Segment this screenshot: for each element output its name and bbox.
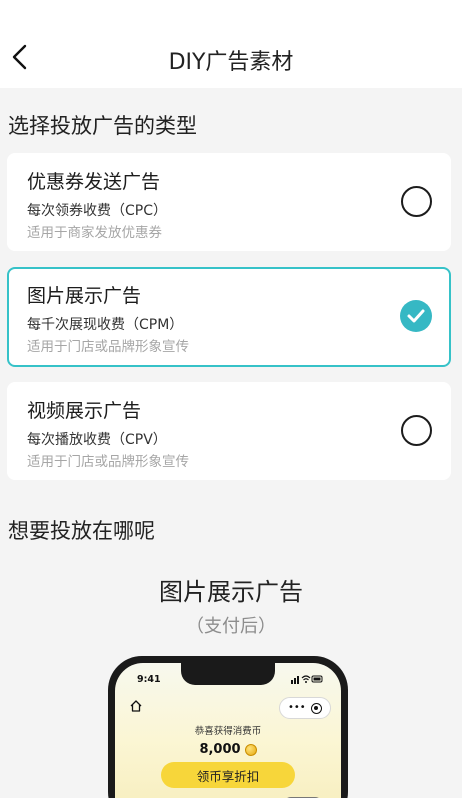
navigation-bar: DIY广告素材 bbox=[0, 0, 462, 88]
option-coupon-ad[interactable]: 优惠券发送广告 每次领券收费（CPC） 适用于商家发放优惠券 bbox=[7, 153, 451, 251]
page-title: DIY广告素材 bbox=[168, 50, 294, 75]
option-description: 适用于商家发放优惠券 bbox=[27, 225, 162, 241]
section-title-ad-type: 选择投放广告的类型 bbox=[8, 114, 197, 138]
congrats-text: 恭喜获得消费币 bbox=[194, 726, 262, 737]
phone-screen: 9:41 ••• 恭喜获得消费币 8,000 领币享折扣 bbox=[115, 663, 341, 798]
option-price: 每次播放收费（CPV） bbox=[27, 432, 167, 448]
option-description: 适用于门店或品牌形象宣传 bbox=[27, 339, 189, 355]
preview-subtitle: （支付后） bbox=[186, 616, 276, 637]
coin-amount: 8,000 bbox=[199, 742, 241, 757]
option-price: 每千次展现收费（CPM） bbox=[27, 317, 184, 333]
status-icons bbox=[291, 675, 323, 684]
coin-icon bbox=[244, 743, 257, 756]
phone-mockup: 9:41 ••• 恭喜获得消费币 8,000 领币享折扣 bbox=[108, 656, 348, 798]
section-title-placement: 想要投放在哪呢 bbox=[8, 519, 155, 543]
more-icon[interactable]: ••• bbox=[288, 703, 306, 713]
option-video-ad[interactable]: 视频展示广告 每次播放收费（CPV） 适用于门店或品牌形象宣传 bbox=[7, 382, 451, 480]
mini-program-capsule[interactable]: ••• bbox=[279, 697, 331, 719]
option-description: 适用于门店或品牌形象宣传 bbox=[27, 454, 189, 470]
coin-amount-row: 8,000 bbox=[115, 742, 341, 757]
radio-unchecked-icon[interactable] bbox=[401, 186, 432, 217]
status-time: 9:41 bbox=[137, 674, 161, 685]
radio-checked-icon[interactable] bbox=[400, 300, 432, 332]
option-title: 视频展示广告 bbox=[27, 400, 142, 422]
option-price: 每次领券收费（CPC） bbox=[27, 203, 167, 219]
option-title: 图片展示广告 bbox=[27, 285, 142, 307]
checkmark-icon bbox=[407, 309, 425, 323]
radio-unchecked-icon[interactable] bbox=[401, 415, 432, 446]
phone-notch bbox=[181, 663, 275, 685]
home-icon[interactable] bbox=[129, 699, 143, 713]
option-image-ad[interactable]: 图片展示广告 每千次展现收费（CPM） 适用于门店或品牌形象宣传 bbox=[7, 267, 451, 367]
option-title: 优惠券发送广告 bbox=[27, 171, 161, 193]
close-target-icon[interactable] bbox=[311, 703, 322, 714]
redeem-button[interactable]: 领币享折扣 bbox=[161, 762, 295, 788]
preview-title: 图片展示广告 bbox=[159, 578, 303, 606]
